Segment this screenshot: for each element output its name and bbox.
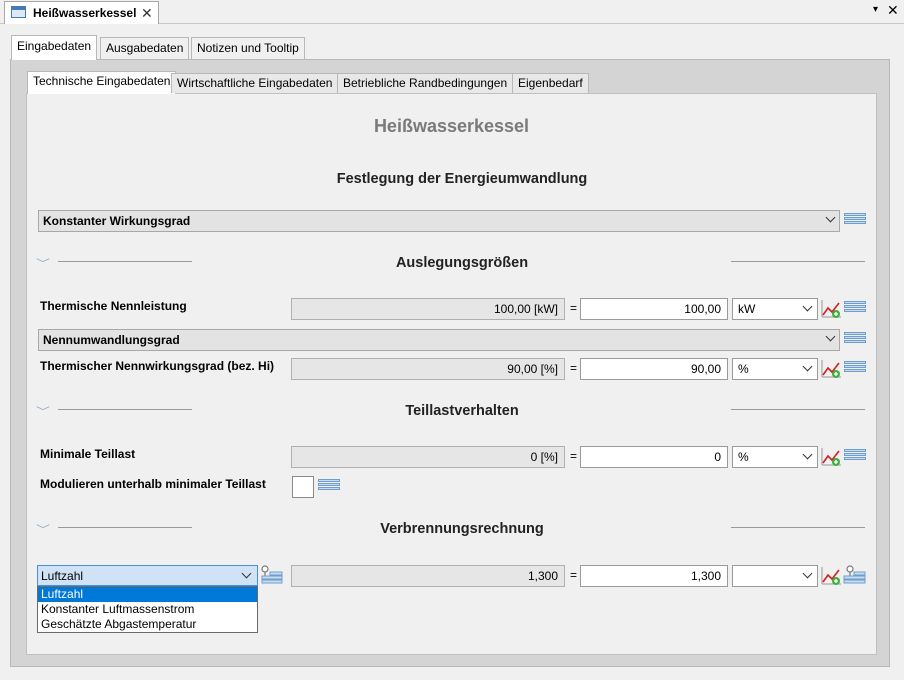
- editor-tab[interactable]: Heißwasserkessel ✕: [4, 1, 159, 24]
- dropdown-option[interactable]: Konstanter Luftmassenstrom: [38, 602, 257, 617]
- tab-wirtschaftliche-eingabedaten[interactable]: Wirtschaftliche Eingabedaten: [171, 73, 339, 93]
- energy-mode-select[interactable]: Konstanter Wirkungsgrad: [38, 210, 840, 232]
- unit-value: %: [738, 362, 749, 376]
- equals-sign: =: [570, 449, 578, 463]
- collapse-chevron-icon[interactable]: ﹀: [36, 403, 50, 418]
- pin-list-icon[interactable]: [260, 564, 284, 586]
- window-icon: [11, 6, 26, 18]
- close-view-icon[interactable]: ✕: [887, 2, 899, 19]
- modulate-checkbox[interactable]: [292, 476, 314, 498]
- nominal-power-label: Thermische Nennleistung: [40, 299, 187, 313]
- equals-sign: =: [570, 301, 578, 315]
- equals-sign: =: [570, 568, 578, 582]
- trend-chart-icon[interactable]: [821, 447, 843, 467]
- dropdown-option[interactable]: Luftzahl: [38, 587, 257, 602]
- min-partload-input[interactable]: 0: [580, 446, 728, 468]
- dropdown-option[interactable]: Geschätzte Abgastemperatur: [38, 617, 257, 632]
- unit-value: kW: [738, 302, 756, 316]
- chevron-down-icon: [802, 361, 813, 372]
- efficiency-readonly: 90,00 [%]: [291, 358, 565, 380]
- chevron-down-icon: [825, 212, 836, 223]
- separator: [731, 261, 865, 262]
- trend-chart-icon[interactable]: [821, 359, 843, 379]
- list-icon[interactable]: [318, 479, 340, 495]
- tab-eigenbedarf[interactable]: Eigenbedarf: [512, 73, 589, 93]
- tab-technische-eingabedaten[interactable]: Technische Eingabedaten: [27, 71, 177, 94]
- min-partload-label: Minimale Teillast: [40, 447, 136, 461]
- separator: [58, 409, 192, 410]
- combustion-mode-dropdown: Luftzahl Konstanter Luftmassenstrom Gesc…: [37, 586, 258, 633]
- separator: [58, 261, 192, 262]
- list-icon[interactable]: [844, 213, 866, 229]
- collapse-chevron-icon[interactable]: ﹀: [36, 521, 50, 536]
- efficiency-unit-select[interactable]: %: [732, 358, 818, 380]
- chevron-down-icon: [802, 568, 813, 579]
- close-tab-icon[interactable]: ✕: [141, 5, 153, 22]
- nominal-power-input[interactable]: 100,00: [580, 298, 728, 320]
- nominal-power-unit-select[interactable]: kW: [732, 298, 818, 320]
- combustion-readonly: 1,300: [291, 565, 565, 587]
- efficiency-input[interactable]: 90,00: [580, 358, 728, 380]
- list-icon[interactable]: [844, 332, 866, 348]
- view-menu-icon[interactable]: ▾: [873, 4, 878, 15]
- combustion-mode-select[interactable]: Luftzahl: [37, 565, 258, 586]
- tab-betriebliche-randbedingungen[interactable]: Betriebliche Randbedingungen: [337, 73, 514, 93]
- chevron-down-icon: [825, 331, 836, 342]
- page-title: Heißwasserkessel: [373, 116, 530, 136]
- chevron-down-icon: [802, 301, 813, 312]
- chevron-down-icon: [241, 568, 252, 579]
- min-partload-unit-select[interactable]: %: [732, 446, 818, 468]
- separator: [58, 527, 192, 528]
- energy-mode-value: Konstanter Wirkungsgrad: [43, 214, 191, 228]
- editor-tab-title: Heißwasserkessel: [33, 6, 137, 20]
- modulate-label: Modulieren unterhalb minimaler Teillast: [40, 477, 266, 491]
- list-icon[interactable]: [844, 449, 866, 465]
- section-title-partload: Teillastverhalten: [405, 403, 519, 419]
- separator: [731, 527, 865, 528]
- tab-ausgabedaten[interactable]: Ausgabedaten: [100, 37, 190, 59]
- tab-notizen[interactable]: Notizen und Tooltip: [191, 37, 305, 59]
- trend-chart-icon[interactable]: [821, 566, 843, 586]
- trend-chart-icon[interactable]: [821, 299, 843, 319]
- combustion-mode-value: Luftzahl: [41, 569, 84, 583]
- combustion-unit-select[interactable]: [732, 565, 818, 587]
- unit-value: %: [738, 450, 749, 464]
- combustion-input[interactable]: 1,300: [580, 565, 728, 587]
- collapse-chevron-icon[interactable]: ﹀: [36, 255, 50, 270]
- section-title-combustion: Verbrennungsrechnung: [380, 521, 544, 537]
- nominal-power-readonly: 100,00 [kW]: [291, 298, 565, 320]
- list-icon[interactable]: [844, 361, 866, 377]
- equals-sign: =: [570, 361, 578, 375]
- section-title-energy: Festlegung der Energieumwandlung: [336, 171, 588, 187]
- conversion-mode-select[interactable]: Nennumwandlungsgrad: [38, 329, 840, 351]
- tab-eingabedaten[interactable]: Eingabedaten: [11, 35, 98, 60]
- chevron-down-icon: [802, 449, 813, 460]
- min-partload-readonly: 0 [%]: [291, 446, 565, 468]
- efficiency-label: Thermischer Nennwirkungsgrad (bez. Hi): [40, 359, 275, 373]
- separator: [731, 409, 865, 410]
- section-title-design: Auslegungsgrößen: [395, 255, 529, 271]
- list-icon[interactable]: [844, 301, 866, 317]
- conversion-mode-value: Nennumwandlungsgrad: [43, 333, 180, 347]
- pin-list-icon[interactable]: [843, 564, 867, 586]
